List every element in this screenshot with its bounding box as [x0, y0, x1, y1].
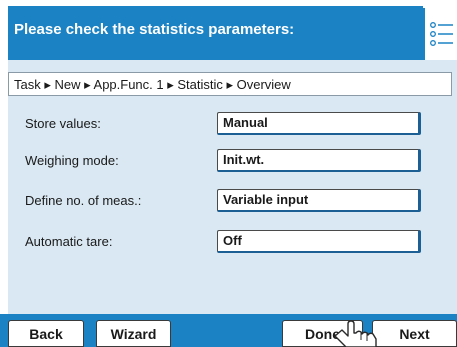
store-values-label: Store values: — [25, 116, 101, 131]
breadcrumb: Task ▸ New ▸ App.Func. 1 ▸ Statistic ▸ O… — [8, 72, 452, 96]
row-weighing-mode: Weighing mode: Init.wt. — [8, 149, 457, 175]
row-automatic-tare: Automatic tare: Off — [8, 230, 457, 256]
weighing-mode-label: Weighing mode: — [25, 153, 119, 168]
back-button[interactable]: Back — [8, 320, 84, 347]
header-bar: Please check the statistics parameters: — [8, 6, 423, 60]
pointer-hand-icon — [334, 320, 377, 347]
define-meas-button[interactable]: Variable input — [217, 189, 421, 212]
weighing-mode-button[interactable]: Init.wt. — [217, 149, 421, 172]
store-values-button[interactable]: Manual — [217, 112, 421, 135]
row-define-meas: Define no. of meas.: Variable input — [8, 189, 457, 215]
list-icon — [430, 22, 453, 46]
page-title: Please check the statistics parameters: — [14, 20, 295, 38]
automatic-tare-button[interactable]: Off — [217, 230, 421, 253]
content-panel — [8, 60, 457, 314]
automatic-tare-label: Automatic tare: — [25, 234, 113, 249]
list-view-button[interactable] — [423, 8, 457, 60]
wizard-button[interactable]: Wizard — [96, 320, 171, 347]
next-button[interactable]: Next — [372, 320, 457, 347]
define-meas-label: Define no. of meas.: — [25, 193, 142, 208]
screen: Please check the statistics parameters: … — [0, 0, 457, 347]
row-store-values: Store values: Manual — [8, 112, 457, 138]
